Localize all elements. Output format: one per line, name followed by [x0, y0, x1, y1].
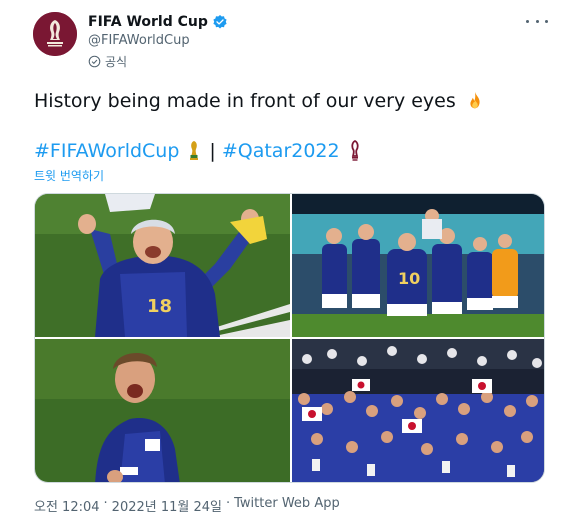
team-celebrating-image: 10 [292, 194, 544, 337]
verified-badge-icon [213, 15, 227, 29]
hashtag-line: #FIFAWorldCup | #Qatar2022 [34, 140, 364, 162]
tweet-body: History being made in front of our very … [34, 90, 456, 112]
display-name[interactable]: FIFA World Cup [88, 14, 208, 30]
qatar-2022-emblem-icon [351, 140, 359, 161]
meta-separator: · [103, 496, 108, 511]
tweet-meta: 오전 12:04 · 2022년 11월 24일 · Twitter Web A… [34, 496, 340, 515]
meta-separator: · [226, 496, 231, 511]
more-dot-icon [545, 19, 548, 23]
tweet-time[interactable]: 오전 12:04 [34, 496, 100, 515]
more-dot-icon [535, 19, 539, 23]
hashtag-qatar2022[interactable]: #Qatar2022 [222, 140, 340, 162]
official-text: 공식 [105, 55, 128, 69]
player-shouting-image [35, 339, 290, 482]
photo-3[interactable] [35, 339, 290, 482]
world-cup-trophy-icon [190, 141, 199, 160]
official-check-icon [88, 55, 101, 68]
photo-4[interactable] [292, 339, 544, 482]
player-celebrating-image: 18 [35, 194, 290, 337]
translate-tweet-link[interactable]: 트윗 번역하기 [34, 167, 104, 184]
more-dot-icon [526, 19, 529, 23]
photo-2[interactable]: 10 [292, 194, 544, 337]
fans-celebrating-image [292, 339, 544, 482]
fire-icon [470, 91, 480, 109]
jersey-number: 10 [398, 269, 420, 288]
tweet-date[interactable]: 2022년 11월 24일 [112, 496, 222, 515]
hashtag-separator: | [209, 140, 216, 162]
jersey-number: 18 [147, 296, 172, 317]
user-handle[interactable]: @FIFAWorldCup [88, 33, 190, 48]
photo-1[interactable]: 18 [35, 194, 290, 337]
photo-grid: 18 10 [34, 193, 545, 483]
tweet-source[interactable]: Twitter Web App [234, 496, 340, 515]
fifa-world-cup-logo-icon [33, 12, 77, 56]
more-options-button[interactable] [526, 12, 548, 30]
official-label: 공식 [88, 53, 127, 70]
avatar[interactable] [33, 12, 77, 56]
hashtag-fifaworldcup[interactable]: #FIFAWorldCup [34, 140, 179, 162]
tweet-text: History being made in front of our very … [34, 90, 486, 112]
